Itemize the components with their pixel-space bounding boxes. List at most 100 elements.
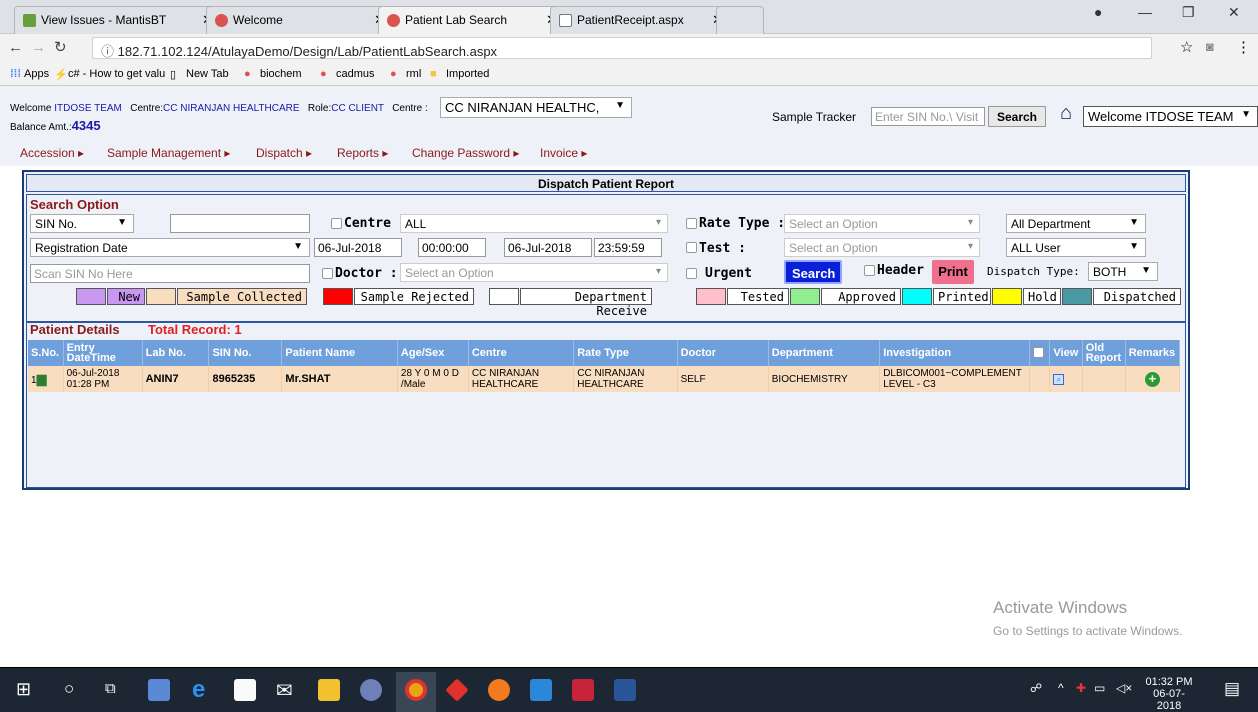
activate-windows-subtitle: Go to Settings to activate Windows. xyxy=(993,624,1183,638)
centre-select[interactable]: CC NIRANJAN HEALTHC, ▼ xyxy=(440,97,632,118)
file-explorer-icon[interactable] xyxy=(318,679,340,701)
new-tab-button[interactable] xyxy=(716,6,764,34)
word-icon[interactable] xyxy=(614,679,636,701)
balance: Balance Amt.:4345 xyxy=(10,118,101,133)
tab-mantis[interactable]: View Issues - MantisBT ✕ xyxy=(14,6,222,34)
from-time-input[interactable]: 00:00:00 xyxy=(418,238,486,257)
chevron-up-icon[interactable]: ^ xyxy=(1058,681,1064,695)
sin-input[interactable] xyxy=(170,214,310,233)
user-select[interactable]: Welcome ITDOSE TEAM ▼ xyxy=(1083,106,1258,127)
bookmark-apps[interactable]: Apps xyxy=(24,68,49,80)
camera-icon[interactable]: ◙ xyxy=(1206,39,1214,54)
tab-patient-lab-search[interactable]: Patient Lab Search ✕ xyxy=(378,6,566,34)
reload-icon[interactable]: ↻ xyxy=(54,38,67,56)
header-checkbox[interactable] xyxy=(864,265,875,276)
centre-checkbox[interactable] xyxy=(331,218,342,229)
bookmark-biochem[interactable]: biochem xyxy=(260,68,302,80)
app-icon[interactable] xyxy=(530,679,552,701)
task-view-icon[interactable]: ⧉ xyxy=(105,680,116,697)
user-filter-select[interactable]: ALL User ▼ xyxy=(1006,238,1146,257)
cell-remarks[interactable]: + xyxy=(1125,366,1181,392)
to-date-input[interactable]: 06-Jul-2018 xyxy=(504,238,592,257)
col-select-all[interactable] xyxy=(1029,340,1051,366)
menu-dots-icon[interactable]: ⋮ xyxy=(1236,38,1251,56)
volume-icon[interactable]: ◁× xyxy=(1116,681,1132,695)
to-time-input[interactable]: 23:59:59 xyxy=(594,238,662,257)
firefox-icon[interactable] xyxy=(488,679,510,701)
cell-sin-no: 8965235 xyxy=(208,366,283,392)
col-entry-datetime: Entry DateTime xyxy=(63,340,143,366)
url-field[interactable]: ⓘ 182.71.102.124/AtulayaDemo/Design/Lab/… xyxy=(92,37,1152,59)
test-select[interactable]: Select an Option ▾ xyxy=(784,238,980,257)
tab-patient-receipt[interactable]: PatientReceipt.aspx ✕ xyxy=(550,6,732,34)
date-type-select[interactable]: Registration Date ▼ xyxy=(30,238,310,257)
bookmark-newtab[interactable]: New Tab xyxy=(186,68,229,80)
taskbar-clock[interactable]: 01:32 PM 06-07-2018 xyxy=(1142,676,1196,712)
app-icon[interactable] xyxy=(572,679,594,701)
legend-dispatched-swatch xyxy=(1062,288,1092,305)
windows-start-icon[interactable]: ⊞ xyxy=(16,679,31,700)
sample-tracker-input[interactable]: Enter SIN No.\ Visit xyxy=(871,107,985,126)
close-window-button[interactable]: ✕ xyxy=(1228,4,1240,21)
dispatch-type-select[interactable]: BOTH ▼ xyxy=(1088,262,1158,281)
app-icon[interactable] xyxy=(445,678,469,702)
app-icon[interactable] xyxy=(360,679,382,701)
notifications-icon[interactable]: ▤ xyxy=(1224,679,1240,699)
bookmark-imported[interactable]: Imported xyxy=(446,68,489,80)
select-all-checkbox[interactable] xyxy=(1033,346,1045,358)
app-favicon-icon xyxy=(387,14,400,27)
store-icon[interactable] xyxy=(234,679,256,701)
rate-type-checkbox[interactable] xyxy=(686,218,697,229)
doctor-select[interactable]: Select an Option ▾ xyxy=(400,263,668,282)
people-icon[interactable]: ☍ xyxy=(1030,681,1042,695)
cell-patient-name: Mr.SHAT xyxy=(281,366,398,392)
view-report-icon[interactable]: ⌕ xyxy=(1053,373,1065,385)
bookmark-csharp[interactable]: c# - How to get valu xyxy=(68,68,165,80)
legend-hold-swatch xyxy=(992,288,1022,305)
search-icon[interactable]: ○ xyxy=(64,679,74,699)
back-icon[interactable]: ← xyxy=(8,39,23,56)
forward-icon[interactable]: → xyxy=(31,39,46,56)
menu-dispatch[interactable]: Dispatch ▸ xyxy=(256,146,312,160)
menu-reports[interactable]: Reports ▸ xyxy=(337,146,388,160)
urgent-checkbox[interactable] xyxy=(686,268,697,279)
menu-invoice[interactable]: Invoice ▸ xyxy=(540,146,587,160)
legend-dispatched: Dispatched xyxy=(1093,288,1181,305)
cell-view[interactable]: ⌕ xyxy=(1049,366,1083,392)
security-icon[interactable]: ✚ xyxy=(1076,681,1086,695)
tab-welcome[interactable]: Welcome ✕ xyxy=(206,6,394,34)
profile-icon[interactable]: ● xyxy=(1094,4,1102,20)
chevron-down-icon: ▼ xyxy=(293,241,303,252)
edge-icon[interactable]: e xyxy=(192,676,205,704)
doctor-checkbox[interactable] xyxy=(322,268,333,279)
panel-title: Dispatch Patient Report xyxy=(26,174,1186,192)
menu-change-password[interactable]: Change Password ▸ xyxy=(412,146,519,160)
urgent-label: Urgent xyxy=(705,266,752,281)
centre-filter-select[interactable]: ALL ▾ xyxy=(400,214,668,233)
bookmark-star-icon[interactable]: ☆ xyxy=(1180,38,1193,56)
rate-type-select[interactable]: Select an Option ▾ xyxy=(784,214,980,233)
scan-sin-input[interactable]: Scan SIN No Here xyxy=(30,264,310,283)
restore-button[interactable]: ❐ xyxy=(1182,4,1195,21)
menu-sample-management[interactable]: Sample Management ▸ xyxy=(107,146,230,160)
menu-accession[interactable]: Accession ▸ xyxy=(20,146,84,160)
network-icon[interactable]: ▭ xyxy=(1094,681,1105,695)
bookmark-cadmus[interactable]: cadmus xyxy=(336,68,375,80)
sin-type-select[interactable]: SIN No. ▼ xyxy=(30,214,134,233)
bookmark-rml[interactable]: rml xyxy=(406,68,421,80)
doctor-label: Doctor : xyxy=(335,266,398,281)
department-select[interactable]: All Department ▼ xyxy=(1006,214,1146,233)
add-remark-icon[interactable]: + xyxy=(1144,371,1160,387)
sample-tracker-search-button[interactable]: Search xyxy=(988,106,1046,127)
dispatch-panel: Dispatch Patient Report Search Option SI… xyxy=(22,170,1190,490)
table-row[interactable]: 1▆ 06-Jul-2018 01:28 PM ANIN7 8965235 Mr.… xyxy=(28,366,1181,392)
search-button[interactable]: Search xyxy=(784,260,842,284)
print-button[interactable]: Print xyxy=(932,260,974,284)
from-date-input[interactable]: 06-Jul-2018 xyxy=(314,238,402,257)
home-icon[interactable]: ⌂ xyxy=(1060,102,1072,125)
mail-icon[interactable]: ✉ xyxy=(276,678,293,703)
chrome-icon[interactable] xyxy=(405,679,427,701)
minimize-button[interactable]: — xyxy=(1138,4,1152,20)
test-checkbox[interactable] xyxy=(686,242,697,253)
app-icon[interactable] xyxy=(148,679,170,701)
